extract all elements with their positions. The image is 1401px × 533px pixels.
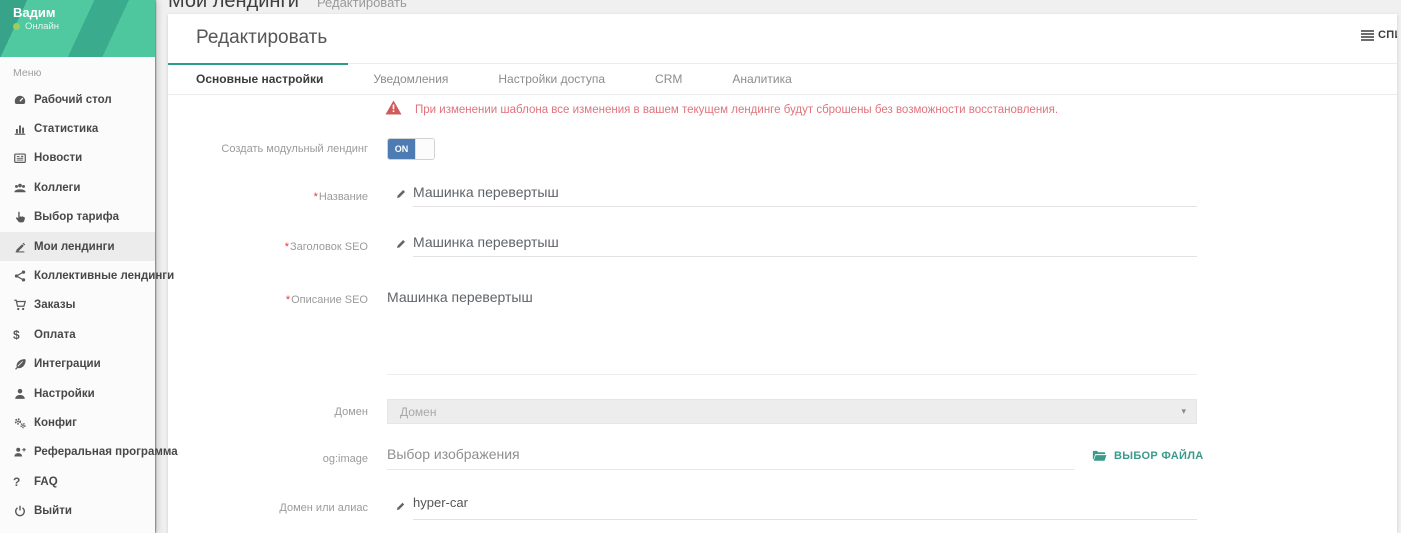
module-toggle-switch[interactable]: ON (387, 138, 435, 160)
sidebar-item-integrations[interactable]: Интеграции (0, 350, 155, 379)
dollar-icon: $ (13, 328, 34, 342)
dashboard-icon (13, 93, 34, 107)
user-status-label: Онлайн (25, 21, 59, 32)
breadcrumb-subsection: Редактировать (317, 0, 407, 10)
seo-description-label: Описание SEO (291, 294, 368, 306)
sidebar-item-settings[interactable]: Настройки (0, 379, 155, 408)
hand-pointer-icon (13, 210, 34, 224)
name-input[interactable] (413, 184, 1197, 207)
pencil-icon (395, 237, 408, 255)
colleagues-icon (13, 181, 34, 195)
menu-section-label: Меню (0, 57, 155, 85)
sidebar-item-colleagues[interactable]: Коллеги (0, 173, 155, 202)
chevron-down-icon: ▾ (1181, 406, 1186, 417)
sidebar-item-label: Мои лендинги (34, 241, 115, 253)
required-mark: * (285, 241, 289, 253)
bar-chart-icon (13, 122, 34, 136)
sidebar-item-collective-landings[interactable]: Коллективные лендинги (0, 261, 155, 290)
domain-select[interactable]: Домен ▾ (387, 399, 1197, 424)
sidebar-item-dashboard[interactable]: Рабочий стол (0, 85, 155, 114)
seo-title-label: Заголовок SEO (290, 241, 368, 253)
pencil-icon (395, 187, 408, 205)
warning-icon (385, 100, 402, 120)
tab-bar: Основные настройки Уведомления Настройки… (168, 63, 1397, 95)
sidebar-menu: Рабочий стол Статистика Новости Коллеги (0, 85, 155, 526)
app-root: Вадим Онлайн Меню Рабочий стол Статистик… (0, 0, 1401, 533)
og-image-label: og:image (168, 453, 368, 465)
sidebar-item-my-landings[interactable]: Мои лендинги (0, 232, 155, 261)
sidebar-item-logout[interactable]: Выйти (0, 496, 155, 525)
sidebar-item-label: Заказы (34, 299, 75, 311)
sidebar-item-label: Настройки (34, 388, 95, 400)
domain-label: Домен (168, 406, 368, 418)
warning-text: При изменении шаблона все изменения в ва… (415, 104, 1058, 116)
sidebar-item-faq[interactable]: ? FAQ (0, 467, 155, 496)
domain-select-placeholder: Домен (400, 405, 1181, 419)
sidebar-item-label: Новости (34, 152, 82, 164)
user-plus-icon (13, 445, 34, 459)
sidebar-item-label: Конфиг (34, 417, 77, 429)
page-title: Редактировать (196, 27, 327, 49)
og-image-value[interactable]: Выбор изображения (387, 446, 1075, 470)
sidebar-item-orders[interactable]: Заказы (0, 291, 155, 320)
share-icon (13, 269, 34, 283)
sidebar-item-payment[interactable]: $ Оплата (0, 320, 155, 349)
sidebar-item-label: Выйти (34, 505, 72, 517)
seo-description-textarea[interactable]: Машинка перевертыш (387, 288, 1197, 375)
required-mark: * (314, 191, 318, 203)
toggle-knob (415, 139, 434, 159)
tab-access-settings[interactable]: Настройки доступа (473, 63, 630, 94)
folder-icon (1092, 450, 1107, 462)
module-toggle-label: Создать модульный лендинг (168, 143, 368, 155)
sidebar-item-label: Коллеги (34, 182, 80, 194)
user-status: Онлайн (13, 21, 59, 32)
list-view-button[interactable]: СПИСОК (1357, 25, 1397, 45)
sidebar-item-label: Выбор тарифа (34, 211, 119, 223)
alias-label: Домен или алиас (168, 502, 368, 514)
sidebar-item-stats[interactable]: Статистика (0, 114, 155, 143)
sidebar-item-label: Коллективные лендинги (34, 270, 174, 282)
alias-input[interactable] (413, 495, 1197, 520)
sidebar-item-label: Рабочий стол (34, 94, 112, 106)
tab-analytics[interactable]: Аналитика (707, 63, 816, 94)
tab-notifications[interactable]: Уведомления (348, 63, 473, 94)
sidebar-item-tariff[interactable]: Выбор тарифа (0, 203, 155, 232)
pencil-doc-icon (13, 240, 34, 254)
power-icon (13, 504, 34, 518)
sidebar-item-label: Интеграции (34, 358, 101, 370)
edit-card: Редактировать СПИСОК Основные настройки … (168, 14, 1397, 533)
toggle-on-label: ON (388, 139, 415, 159)
question-icon: ? (13, 475, 34, 489)
required-mark: * (286, 294, 290, 306)
sidebar: Вадим Онлайн Меню Рабочий стол Статистик… (0, 0, 155, 533)
user-panel[interactable]: Вадим Онлайн (0, 0, 155, 57)
user-name: Вадим (13, 5, 55, 20)
sidebar-item-label: FAQ (34, 476, 58, 488)
sidebar-item-news[interactable]: Новости (0, 144, 155, 173)
seo-title-input[interactable] (413, 234, 1197, 257)
sidebar-item-config[interactable]: Конфиг (0, 408, 155, 437)
breadcrumb-section: Мои лендинги (168, 0, 299, 12)
tab-crm[interactable]: CRM (630, 63, 707, 94)
sidebar-item-referral[interactable]: Реферальная программа (0, 438, 155, 467)
pencil-icon (395, 499, 407, 517)
user-icon (13, 387, 34, 401)
plug-icon (13, 357, 34, 371)
list-button-label: СПИСОК (1378, 29, 1397, 41)
sidebar-item-label: Оплата (34, 329, 76, 341)
online-status-dot (13, 23, 20, 30)
form-content: При изменении шаблона все изменения в ва… (168, 95, 1397, 533)
sidebar-item-label: Статистика (34, 123, 98, 135)
name-label: Название (319, 191, 368, 203)
list-icon (1361, 30, 1374, 41)
sidebar-item-label: Реферальная программа (34, 446, 178, 458)
choose-file-button[interactable]: ВЫБОР ФАЙЛА (1090, 448, 1206, 464)
news-icon (13, 151, 34, 165)
tab-main-settings[interactable]: Основные настройки (168, 63, 348, 94)
cart-icon (13, 298, 34, 312)
warning-banner: При изменении шаблона все изменения в ва… (385, 100, 1058, 120)
breadcrumb: Мои лендинги Редактировать (155, 0, 1401, 13)
choose-file-label: ВЫБОР ФАЙЛА (1114, 450, 1204, 462)
gears-icon (13, 416, 34, 430)
